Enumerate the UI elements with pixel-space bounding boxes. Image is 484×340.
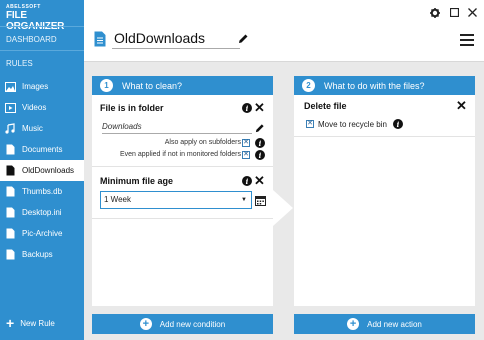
plus-icon: + — [6, 315, 15, 331]
sidebar-item-thumbs-db[interactable]: Thumbs.db — [0, 181, 84, 202]
info-icon[interactable]: i — [242, 176, 252, 186]
conditions-panel: 1 What to clean? File is in folder i ✕ D… — [92, 76, 273, 306]
info-icon[interactable]: i — [255, 150, 265, 160]
close-icon[interactable] — [468, 8, 477, 20]
sidebar-item-label: Backups — [22, 250, 53, 259]
calendar-icon[interactable] — [255, 195, 266, 208]
image-icon — [5, 81, 16, 92]
sidebar-item-backups[interactable]: Backups — [0, 244, 84, 265]
file-age-value: 1 Week — [104, 195, 131, 204]
new-rule-button[interactable]: + New Rule — [6, 315, 55, 331]
menu-icon[interactable] — [460, 34, 474, 46]
document-icon — [5, 249, 16, 260]
rule-name-field[interactable]: OldDownloads — [112, 30, 240, 49]
folder-path-field[interactable]: Downloads — [102, 122, 252, 134]
chevron-down-icon: ▼ — [241, 197, 247, 203]
condition-title: Minimum file age — [100, 176, 174, 186]
sidebar-item-label: Documents — [22, 145, 63, 154]
rule-title-area: OldDownloads — [94, 30, 249, 49]
remove-condition-icon[interactable]: ✕ — [254, 101, 265, 114]
info-icon[interactable]: i — [255, 138, 265, 148]
sidebar-item-label: Thumbs.db — [22, 187, 63, 196]
step-number: 2 — [302, 79, 315, 92]
sidebar-item-label: Videos — [22, 103, 47, 112]
sidebar-item-desktop-ini[interactable]: Desktop.ini — [0, 202, 84, 223]
file-age-select[interactable]: 1 Week ▼ — [100, 191, 252, 209]
sidebar-rules-heading: RULES — [6, 59, 33, 68]
info-icon[interactable]: i — [393, 119, 403, 129]
document-icon — [94, 31, 106, 49]
remove-action-icon[interactable]: ✕ — [456, 99, 467, 112]
add-condition-button[interactable]: + Add new condition — [92, 314, 273, 334]
unmonitored-option-label: Even applied if not in monitored folders — [119, 151, 241, 158]
sidebar-item-label: OldDownloads — [22, 166, 75, 175]
sidebar-item-pic-archive[interactable]: Pic-Archive — [0, 223, 84, 244]
sidebar-item-images[interactable]: Images — [0, 76, 84, 97]
sidebar-item-olddownloads[interactable]: OldDownloads — [0, 160, 84, 181]
remove-condition-icon[interactable]: ✕ — [254, 174, 265, 187]
step-number: 1 — [100, 79, 113, 92]
plus-icon: + — [347, 318, 360, 330]
subfolders-checkbox[interactable]: ✕ — [242, 139, 250, 147]
conditions-panel-header: 1 What to clean? — [92, 76, 273, 95]
maximize-icon[interactable] — [449, 7, 460, 20]
header: OldDownloads — [84, 0, 484, 62]
unmonitored-checkbox[interactable]: ✕ — [242, 151, 250, 159]
sidebar-divider — [0, 50, 84, 51]
document-icon — [5, 207, 16, 218]
plus-icon: + — [139, 318, 152, 330]
actions-panel-header: 2 What to do with the files? — [294, 76, 475, 95]
flow-arrow — [273, 190, 293, 226]
sidebar-item-label: Music — [22, 124, 43, 133]
condition-title: File is in folder — [100, 103, 164, 113]
recycle-bin-option-label: Move to recycle bin — [318, 120, 387, 129]
edit-pencil-icon[interactable] — [255, 123, 265, 135]
app-logo: ABELSSOFT FILE ORGANIZER — [6, 4, 78, 32]
new-rule-label: New Rule — [20, 318, 55, 328]
panel-title: What to do with the files? — [324, 80, 425, 91]
logo-title: FILE ORGANIZER — [6, 10, 64, 32]
sidebar-dashboard-link[interactable]: DASHBOARD — [6, 35, 57, 44]
subfolders-option-label: Also apply on subfolders — [164, 139, 241, 146]
sidebar-item-documents[interactable]: Documents — [0, 139, 84, 160]
action-title: Delete file — [304, 101, 347, 111]
sidebar: ABELSSOFT FILE ORGANIZER DASHBOARD RULES… — [0, 0, 84, 340]
document-icon — [5, 144, 16, 155]
rules-list: Images Videos Music Documents OldDownloa… — [0, 76, 84, 265]
document-icon — [5, 228, 16, 239]
sidebar-item-label: Pic-Archive — [22, 229, 63, 238]
sidebar-item-videos[interactable]: Videos — [0, 97, 84, 118]
gear-icon[interactable] — [430, 8, 440, 21]
panel-title: What to clean? — [122, 80, 183, 91]
actions-panel: 2 What to do with the files? Delete file… — [294, 76, 475, 306]
folder-condition-card: File is in folder i ✕ Downloads Also app… — [92, 95, 273, 167]
edit-pencil-icon[interactable] — [238, 33, 249, 46]
document-icon — [5, 165, 16, 176]
document-icon — [5, 186, 16, 197]
sidebar-item-label: Images — [22, 82, 49, 91]
add-condition-label: Add new condition — [159, 319, 226, 329]
age-condition-card: Minimum file age i ✕ 1 Week ▼ — [92, 167, 273, 219]
recycle-bin-checkbox[interactable]: ✕ — [306, 120, 314, 128]
video-icon — [5, 102, 16, 113]
sidebar-item-label: Desktop.ini — [22, 208, 62, 217]
music-icon — [5, 123, 16, 134]
add-action-label: Add new action — [367, 319, 422, 329]
sidebar-item-music[interactable]: Music — [0, 118, 84, 139]
delete-action-card: Delete file ✕ ✕ Move to recycle bin i — [294, 95, 475, 137]
add-action-button[interactable]: + Add new action — [294, 314, 475, 334]
sidebar-divider — [0, 26, 84, 27]
info-icon[interactable]: i — [242, 103, 252, 113]
